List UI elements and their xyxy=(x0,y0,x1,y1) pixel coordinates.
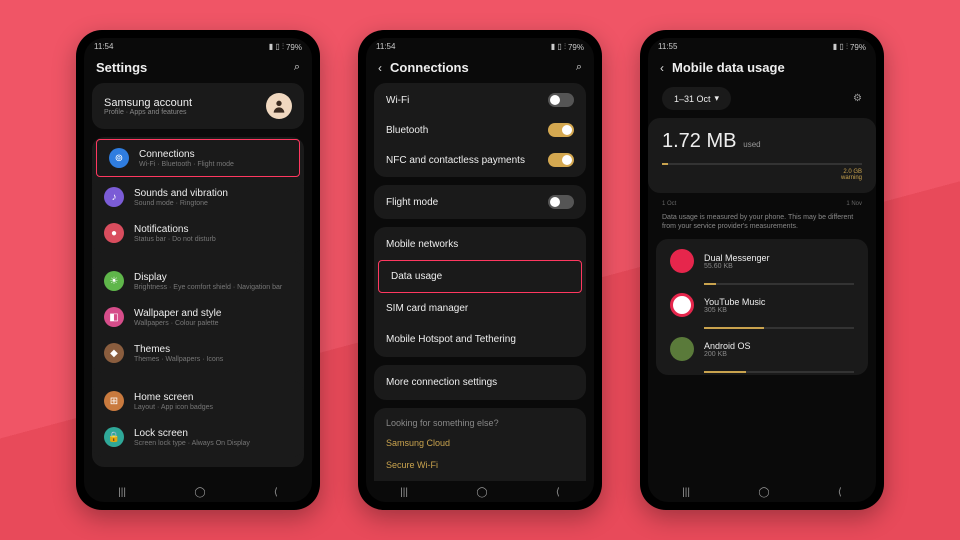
toggle-switch[interactable] xyxy=(548,93,574,107)
phone-connections: 11:54 ▮ ▯ ⫶ 79% ‹ Connections ⌕ Wi-Fi Bl… xyxy=(358,30,602,510)
settings-row-display[interactable]: ☀ DisplayBrightness · Eye comfort shield… xyxy=(92,263,304,299)
usage-warning: 2.0 GB warning xyxy=(662,169,862,181)
row-icon: ☀ xyxy=(104,271,124,291)
status-time: 11:55 xyxy=(658,42,677,52)
account-sub: Profile · Apps and features xyxy=(104,109,256,116)
search-icon[interactable]: ⌕ xyxy=(294,61,300,74)
app-usage-bar xyxy=(704,371,854,373)
row-icon: ● xyxy=(104,223,124,243)
row-icon: ♪ xyxy=(104,187,124,207)
toggle-switch[interactable] xyxy=(548,123,574,137)
page-title: Mobile data usage xyxy=(672,60,864,75)
status-bar: 11:54 ▮ ▯ ⫶ 79% xyxy=(366,38,594,54)
app-icon xyxy=(670,293,694,317)
nav-bar: ||| ◯ ⟨ xyxy=(84,481,312,502)
samsung-account-row[interactable]: Samsung account Profile · Apps and featu… xyxy=(92,83,304,129)
home-button[interactable]: ◯ xyxy=(194,487,205,498)
link-sim-card-manager[interactable]: SIM card manager xyxy=(374,293,586,324)
row-icon: ◆ xyxy=(104,343,124,363)
usage-summary: 1.72 MB used 2.0 GB warning xyxy=(648,118,876,193)
toggle-switch[interactable] xyxy=(548,153,574,167)
back-button[interactable]: ⟨ xyxy=(838,487,842,498)
phone-data-usage: 11:55 ▮ ▯ ⫶ 79% ‹ Mobile data usage 1–31… xyxy=(640,30,884,510)
settings-row-notifications[interactable]: ● NotificationsStatus bar · Do not distu… xyxy=(92,215,304,251)
status-bar: 11:55 ▮ ▯ ⫶ 79% xyxy=(648,38,876,54)
settings-row-home-screen[interactable]: ⊞ Home screenLayout · App icon badges xyxy=(92,383,304,419)
row-icon: ⊞ xyxy=(104,391,124,411)
nav-bar: ||| ◯ ⟨ xyxy=(648,481,876,502)
home-button[interactable]: ◯ xyxy=(476,487,487,498)
flight-mode-toggle[interactable] xyxy=(548,195,574,209)
link-data-usage[interactable]: Data usage xyxy=(378,260,582,293)
usage-bar xyxy=(662,163,862,165)
row-icon: 🔒 xyxy=(104,427,124,447)
gear-icon[interactable]: ⚙ xyxy=(853,93,862,104)
back-icon[interactable]: ‹ xyxy=(660,61,664,75)
phone-settings: 11:54 ▮ ▯ ⫶ 79% Settings ⌕ Samsung accou… xyxy=(76,30,320,510)
account-name: Samsung account xyxy=(104,97,256,109)
recents-button[interactable]: ||| xyxy=(118,487,126,498)
toggle-row-nfc-and-contactless-payments[interactable]: NFC and contactless payments xyxy=(374,145,586,175)
row-icon: ⊚ xyxy=(109,148,129,168)
back-button[interactable]: ⟨ xyxy=(556,487,560,498)
app-usage-row[interactable]: Android OS200 KB xyxy=(656,329,868,369)
link-mobile-networks[interactable]: Mobile networks xyxy=(374,229,586,260)
more-connection-settings[interactable]: More connection settings xyxy=(374,367,586,398)
back-icon[interactable]: ‹ xyxy=(378,61,382,75)
status-time: 11:54 xyxy=(376,42,395,52)
toggle-row-bluetooth[interactable]: Bluetooth xyxy=(374,115,586,145)
date-range-selector[interactable]: 1–31 Oct▾ xyxy=(662,87,731,110)
recents-button[interactable]: ||| xyxy=(682,487,690,498)
status-bar: 11:54 ▮ ▯ ⫶ 79% xyxy=(84,38,312,54)
app-usage-row[interactable]: Dual Messenger55.60 KB xyxy=(656,241,868,281)
settings-row-wallpaper-and-style[interactable]: ◧ Wallpaper and styleWallpapers · Colour… xyxy=(92,299,304,335)
app-icon xyxy=(670,337,694,361)
app-icon xyxy=(670,249,694,273)
settings-row-themes[interactable]: ◆ ThemesThemes · Wallpapers · Icons xyxy=(92,335,304,371)
suggestion-link[interactable]: Secure Wi-Fi xyxy=(374,454,586,476)
back-button[interactable]: ⟨ xyxy=(274,487,278,498)
settings-row-connections[interactable]: ⊚ ConnectionsWi-Fi · Bluetooth · Flight … xyxy=(96,139,300,177)
search-icon[interactable]: ⌕ xyxy=(576,61,582,74)
usage-amount: 1.72 MB xyxy=(662,130,736,152)
settings-row-sounds-and-vibration[interactable]: ♪ Sounds and vibrationSound mode · Ringt… xyxy=(92,179,304,215)
home-button[interactable]: ◯ xyxy=(758,487,769,498)
page-title: Settings xyxy=(96,60,286,75)
recents-button[interactable]: ||| xyxy=(400,487,408,498)
suggestion-link[interactable]: Samsung Cloud xyxy=(374,432,586,454)
settings-row-lock-screen[interactable]: 🔒 Lock screenScreen lock type · Always O… xyxy=(92,419,304,455)
disclaimer-text: Data usage is measured by your phone. Th… xyxy=(648,213,876,239)
link-mobile-hotspot-and-tethering[interactable]: Mobile Hotspot and Tethering xyxy=(374,324,586,355)
status-time: 11:54 xyxy=(94,42,113,52)
nav-bar: ||| ◯ ⟨ xyxy=(366,481,594,502)
row-icon: ◧ xyxy=(104,307,124,327)
avatar-icon[interactable] xyxy=(266,93,292,119)
toggle-row-wi-fi[interactable]: Wi-Fi xyxy=(374,85,586,115)
page-title: Connections xyxy=(390,60,568,75)
date-axis: 1 Oct 1 Nov xyxy=(662,201,862,207)
looking-title: Looking for something else? xyxy=(374,410,586,432)
flight-mode-row[interactable]: Flight mode xyxy=(374,187,586,217)
chevron-down-icon: ▾ xyxy=(715,93,720,104)
app-usage-row[interactable]: YouTube Music305 KB xyxy=(656,285,868,325)
